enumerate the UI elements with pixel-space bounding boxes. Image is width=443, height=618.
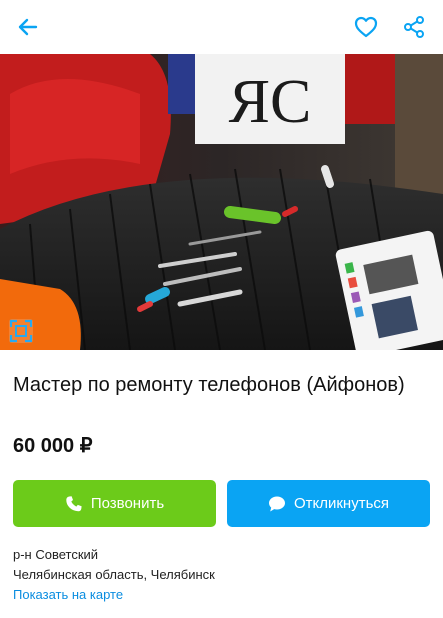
location-district: р-н Советский xyxy=(13,547,99,562)
share-icon xyxy=(404,16,424,38)
back-button[interactable] xyxy=(12,11,44,43)
brand-logo: ЯС xyxy=(229,68,312,136)
photo-illustration: ЯС xyxy=(0,54,443,350)
listing-title: Мастер по ремонту телефонов (Айфонов) xyxy=(13,374,405,396)
arrow-left-icon xyxy=(18,18,38,36)
listing-photo[interactable]: ЯС xyxy=(0,54,443,350)
reply-button[interactable]: Откликнуться xyxy=(227,480,430,527)
heart-icon xyxy=(354,16,378,38)
phone-icon xyxy=(65,495,83,513)
gallery-expand-icon xyxy=(9,319,33,343)
listing-price: 60 000 ₽ xyxy=(13,435,93,457)
top-bar xyxy=(0,0,443,54)
gallery-expand-button[interactable] xyxy=(8,318,34,344)
show-on-map-link[interactable]: Показать на карте xyxy=(13,586,123,604)
call-button-label: Позвонить xyxy=(90,495,165,512)
location-region-city: Челябинская область, Челябинск xyxy=(13,567,215,582)
share-button[interactable] xyxy=(398,11,430,43)
favorite-button[interactable] xyxy=(350,11,382,43)
call-button[interactable]: Позвонить xyxy=(13,480,216,527)
reply-button-label: Откликнуться xyxy=(293,495,390,512)
chat-bubble-icon xyxy=(268,495,286,513)
